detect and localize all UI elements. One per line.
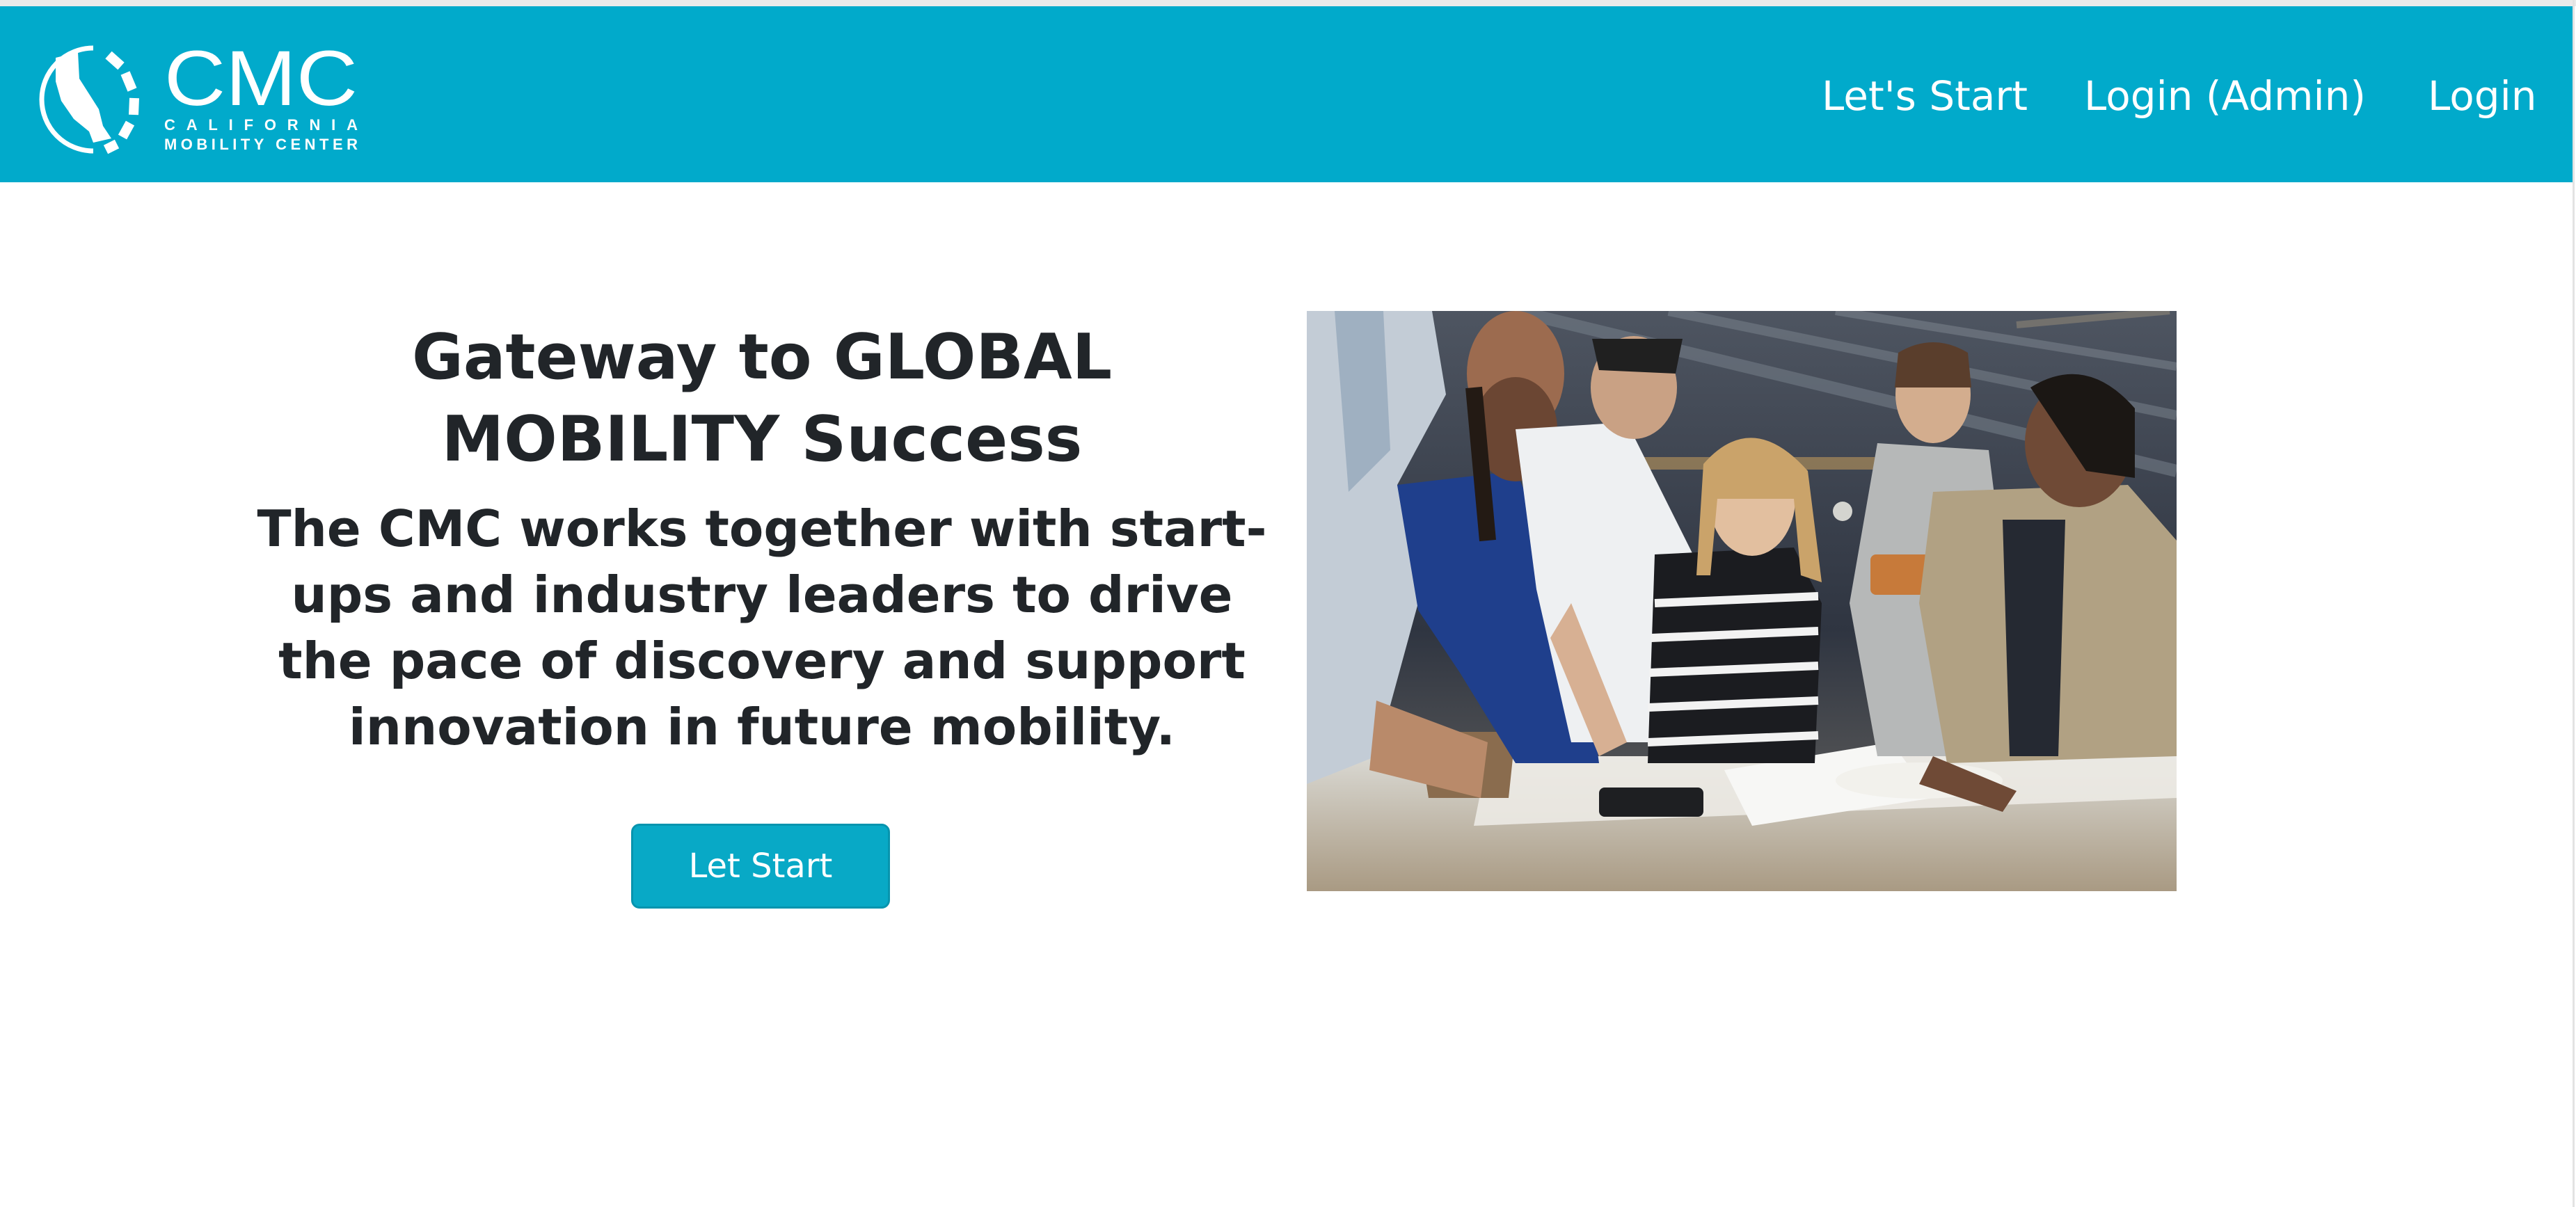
scrollbar-edge — [2573, 0, 2575, 1207]
team-collaboration-photo — [1307, 311, 2177, 891]
nav-lets-start-link[interactable]: Let's Start — [1822, 72, 2028, 120]
window-top-border — [0, 0, 2576, 6]
let-start-button[interactable]: Let Start — [631, 824, 890, 909]
hero-subtitle: The CMC works together with start-ups an… — [257, 499, 1267, 756]
hero-title: Gateway to GLOBAL MOBILITY Success — [411, 321, 1113, 476]
nav-login-link[interactable]: Login — [2428, 72, 2536, 120]
cmc-logo[interactable]: CMC CALIFORNIA MOBILITY CENTER — [35, 37, 362, 159]
logo-line-mobility-center: MOBILITY CENTER — [164, 136, 358, 153]
top-navbar: CMC CALIFORNIA MOBILITY CENTER Let's Sta… — [0, 6, 2573, 182]
nav-login-admin-link[interactable]: Login (Admin) — [2084, 72, 2366, 120]
california-logo-icon — [39, 45, 139, 154]
hero-text-block: Gateway to GLOBAL MOBILITY Success The C… — [254, 317, 1270, 760]
logo-wordmark: CMC — [164, 37, 358, 122]
